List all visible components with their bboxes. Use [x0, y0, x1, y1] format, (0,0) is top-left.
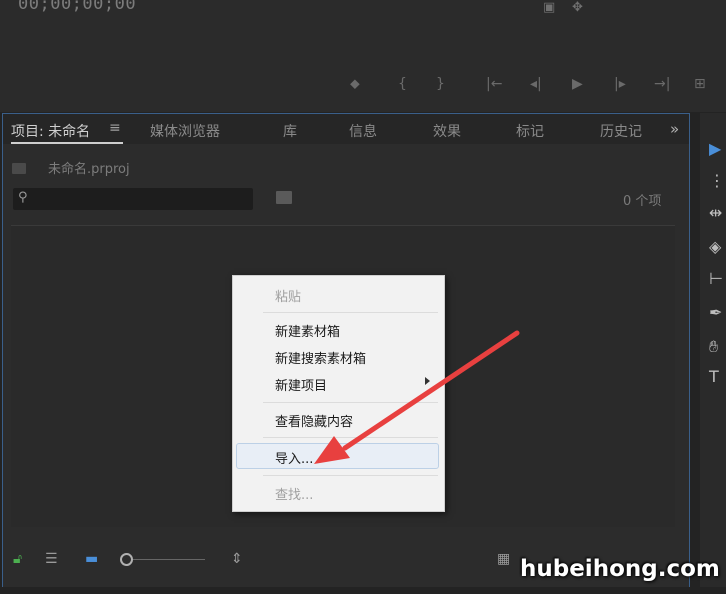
- sort-icon[interactable]: ⇕: [231, 551, 243, 567]
- go-to-out-icon[interactable]: →|: [654, 76, 670, 92]
- hand-tool-icon[interactable]: ✋︎: [709, 337, 718, 357]
- slip-tool-icon[interactable]: ⊢: [709, 269, 723, 288]
- list-view-icon[interactable]: ☰: [45, 551, 58, 567]
- step-forward-icon[interactable]: |▸: [614, 76, 626, 92]
- menu-item-import[interactable]: 导入...: [275, 448, 313, 467]
- play-icon[interactable]: ▶: [572, 76, 583, 92]
- pen-tool-icon[interactable]: ✒: [709, 303, 722, 322]
- zoom-slider-track[interactable]: [127, 559, 205, 560]
- menu-item-new-bin[interactable]: 新建素材箱: [275, 321, 340, 340]
- tab-effects[interactable]: 效果: [433, 121, 461, 141]
- marker-icon[interactable]: ⬥: [350, 76, 360, 92]
- menu-separator: [263, 402, 438, 403]
- program-monitor: 00;00;00;00 ▣ ✥ ⬥ { } |← ◂| ▶ |▸ →| ⊞: [0, 0, 726, 112]
- settings-icon[interactable]: ▣: [543, 0, 555, 15]
- menu-item-paste[interactable]: 粘贴: [275, 286, 301, 305]
- icon-view-icon[interactable]: ▬: [85, 551, 98, 567]
- tab-media-browser[interactable]: 媒体浏览器: [150, 121, 220, 141]
- tab-project[interactable]: 项目: 未命名: [11, 121, 90, 141]
- menu-item-new-search-bin[interactable]: 新建搜索素材箱: [275, 348, 366, 367]
- track-select-tool-icon[interactable]: ⋮: [709, 171, 725, 190]
- menu-item-find[interactable]: 查找...: [275, 484, 313, 503]
- tab-libraries[interactable]: 库: [283, 121, 297, 141]
- panel-tabs: 项目: 未命名 ≡ 媒体浏览器 库 信息 效果 标记 历史记 »: [3, 114, 689, 144]
- submenu-arrow-icon: [425, 377, 430, 385]
- active-tab-indicator: [11, 142, 123, 144]
- timecode[interactable]: 00;00;00;00: [18, 0, 136, 14]
- menu-item-highlight: [236, 443, 439, 469]
- menu-separator: [263, 437, 438, 438]
- project-file-name: 未命名.prproj: [48, 162, 130, 177]
- zoom-slider-knob[interactable]: [120, 553, 133, 566]
- item-count: 0 个项: [623, 194, 662, 209]
- tab-info[interactable]: 信息: [349, 121, 377, 141]
- project-file-icon: [12, 163, 26, 174]
- automate-icon[interactable]: ▦: [497, 551, 510, 567]
- ripple-edit-tool-icon[interactable]: ⇹: [709, 203, 722, 222]
- mark-in-icon[interactable]: {: [398, 76, 407, 92]
- menu-separator: [263, 312, 438, 313]
- overflow-icon[interactable]: »: [670, 120, 679, 138]
- step-back-icon[interactable]: ◂|: [530, 76, 542, 92]
- search-input[interactable]: ⚲: [13, 188, 253, 210]
- menu-item-new-item[interactable]: 新建项目: [275, 375, 327, 394]
- menu-item-view-hidden[interactable]: 查看隐藏内容: [275, 411, 353, 430]
- go-to-in-icon[interactable]: |←: [486, 76, 502, 92]
- tab-markers[interactable]: 标记: [516, 121, 544, 141]
- search-icon: ⚲: [18, 190, 28, 205]
- razor-tool-icon[interactable]: ◈: [709, 237, 721, 256]
- insert-icon[interactable]: ⊞: [694, 76, 706, 92]
- new-search-bin-icon[interactable]: [276, 191, 292, 204]
- lock-icon[interactable]: 🔓︎: [13, 551, 22, 567]
- panel-menu-icon[interactable]: ≡: [109, 120, 121, 136]
- selection-tool-icon[interactable]: ▶: [709, 139, 721, 158]
- fit-icon[interactable]: ✥: [572, 0, 583, 15]
- tools-panel: ▶ ⋮ ⇹ ◈ ⊢ ✒ ✋︎ T: [700, 113, 726, 587]
- menu-separator: [263, 475, 438, 476]
- mark-out-icon[interactable]: }: [436, 76, 445, 92]
- context-menu: 粘贴 新建素材箱 新建搜索素材箱 新建项目 查看隐藏内容 导入... 查找...: [232, 275, 445, 512]
- watermark: hubeihong.com: [520, 556, 720, 582]
- type-tool-icon[interactable]: T: [709, 367, 719, 386]
- tab-history[interactable]: 历史记: [600, 121, 660, 141]
